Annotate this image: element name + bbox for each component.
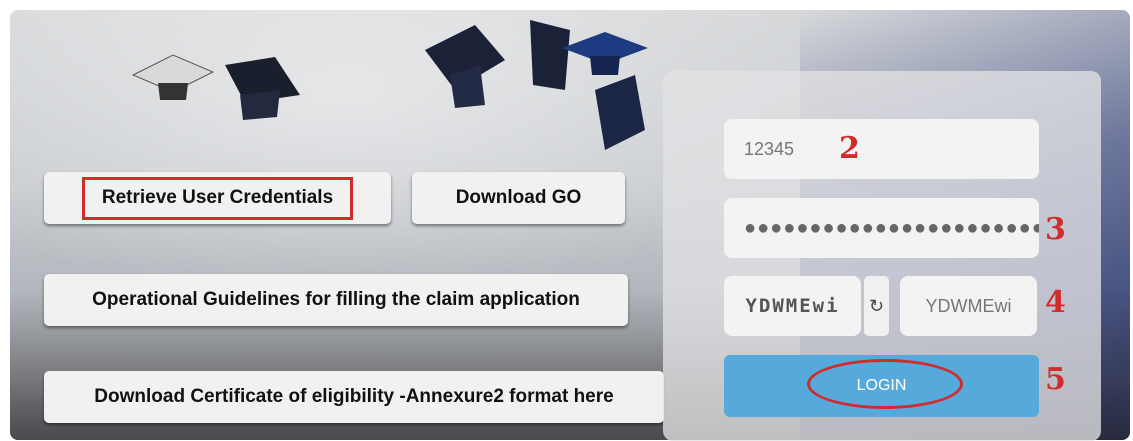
annotation-number-3: 3 (1045, 212, 1066, 247)
password-value: ●●●●●●●●●●●●●●●●●●●●●●● (744, 216, 1039, 239)
captcha-input[interactable]: YDWMEwi (900, 276, 1037, 336)
retrieve-button-label: Retrieve User Credentials (81, 176, 354, 220)
retrieve-user-credentials-button[interactable]: Retrieve User Credentials (44, 172, 391, 224)
download-go-button[interactable]: Download GO (412, 172, 625, 224)
login-button[interactable]: LOGIN (724, 355, 1039, 417)
download-go-label: Download GO (455, 187, 582, 208)
graduation-cap-icon (590, 70, 650, 160)
download-certificate-button[interactable]: Download Certificate of eligibility -Ann… (44, 371, 664, 423)
username-value: 12345 (744, 138, 795, 159)
annotation-number-5: 5 (1045, 362, 1066, 397)
captcha-refresh-button[interactable]: ↻ (864, 276, 889, 336)
login-label: LOGIN (856, 377, 907, 394)
operational-guidelines-button[interactable]: Operational Guidelines for filling the c… (44, 274, 628, 326)
captcha-input-placeholder: YDWMEwi (925, 295, 1012, 316)
captcha-image: YDWMEwi (724, 276, 861, 336)
graduation-cap-icon (420, 20, 510, 110)
graduation-cap-icon (215, 55, 305, 125)
annotation-number-4: 4 (1045, 285, 1066, 320)
captcha-text: YDWMEwi (745, 295, 840, 317)
password-input[interactable]: ●●●●●●●●●●●●●●●●●●●●●●● (724, 198, 1039, 258)
refresh-icon: ↻ (868, 295, 885, 316)
username-input[interactable]: 12345 (724, 119, 1039, 179)
graduation-cap-icon (128, 50, 218, 110)
guidelines-label: Operational Guidelines for filling the c… (92, 289, 580, 310)
annotation-number-2: 2 (839, 131, 860, 166)
certificate-label: Download Certificate of eligibility -Ann… (94, 386, 614, 407)
